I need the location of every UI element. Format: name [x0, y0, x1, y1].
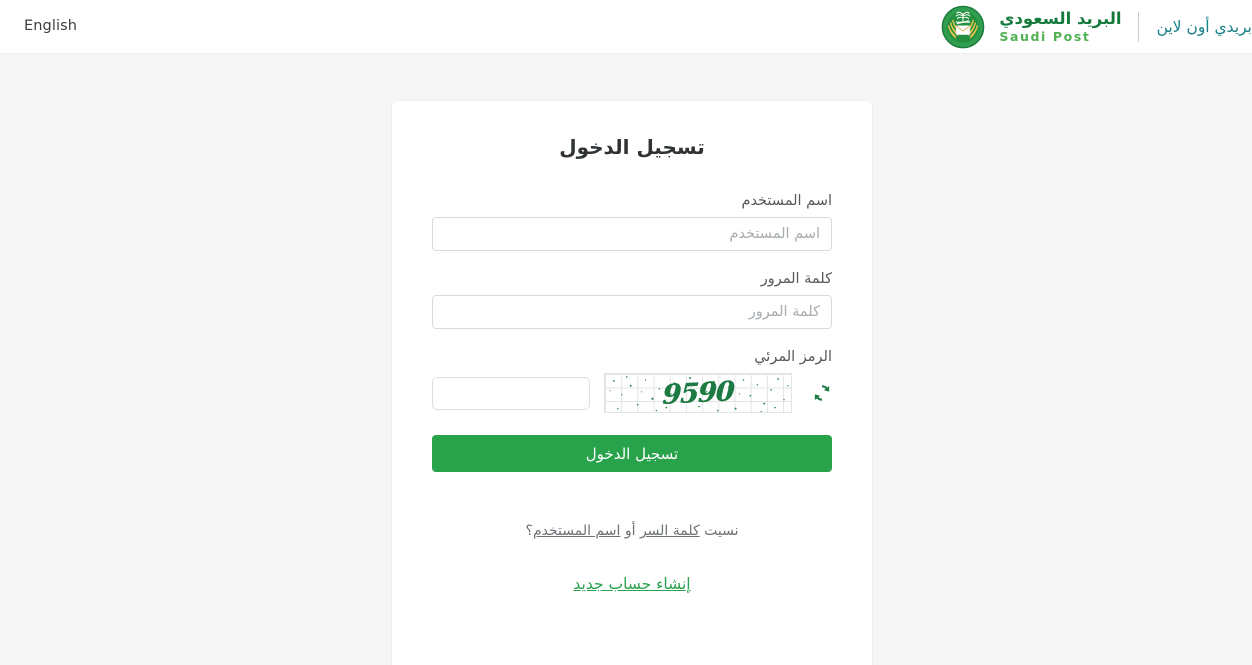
brand-name-english: Saudi Post [999, 28, 1091, 44]
page-title: تسجيل الدخول [559, 135, 705, 159]
header-divider [1137, 12, 1139, 42]
forgot-separator-text: أو [620, 523, 640, 539]
captcha-row: 9590 [432, 373, 832, 413]
forgot-username-link[interactable]: اسم المستخدم [533, 523, 620, 539]
captcha-label: الرمز المرئي [754, 349, 832, 365]
captcha-input[interactable] [432, 376, 590, 410]
saudi-post-emblem-icon [942, 5, 985, 49]
site-header: English بريدي أون لاين البريد السعودي Sa… [0, 0, 1252, 54]
page-body: تسجيل الدخول اسم المستخدم كلمة المرور ال… [0, 54, 1252, 665]
brand-wordmark: البريد السعودي Saudi Post [987, 9, 1122, 44]
portal-name-label: بريدي أون لاين [1156, 18, 1252, 36]
forgot-prefix-text: نسيت [699, 523, 739, 539]
brand-name-arabic: البريد السعودي [999, 9, 1122, 28]
login-card: تسجيل الدخول اسم المستخدم كلمة المرور ال… [392, 101, 872, 665]
create-account-link[interactable]: إنشاء حساب جديد [432, 575, 832, 593]
password-input[interactable] [432, 295, 832, 329]
password-field-group: كلمة المرور [432, 271, 832, 329]
refresh-icon [814, 385, 830, 401]
forgot-password-link[interactable]: كلمة السر [640, 523, 700, 539]
username-label: اسم المستخدم [741, 193, 832, 209]
captcha-code-text: 9590 [661, 375, 735, 411]
forgot-suffix-text: ؟ [525, 523, 533, 539]
login-submit-button[interactable]: تسجيل الدخول [432, 435, 832, 472]
language-toggle-english[interactable]: English [24, 18, 77, 34]
forgot-credentials-line: نسيت كلمة السر أو اسم المستخدم؟ [432, 523, 832, 539]
captcha-image: 9590 [604, 373, 792, 413]
captcha-field-group: الرمز المرئي 9590 [432, 349, 832, 413]
username-field-group: اسم المستخدم [432, 193, 832, 251]
username-input[interactable] [432, 217, 832, 251]
captcha-refresh-button[interactable] [811, 382, 833, 404]
brand-area: بريدي أون لاين البريد السعودي Saudi Post [939, 0, 1252, 54]
password-label: كلمة المرور [760, 271, 832, 287]
